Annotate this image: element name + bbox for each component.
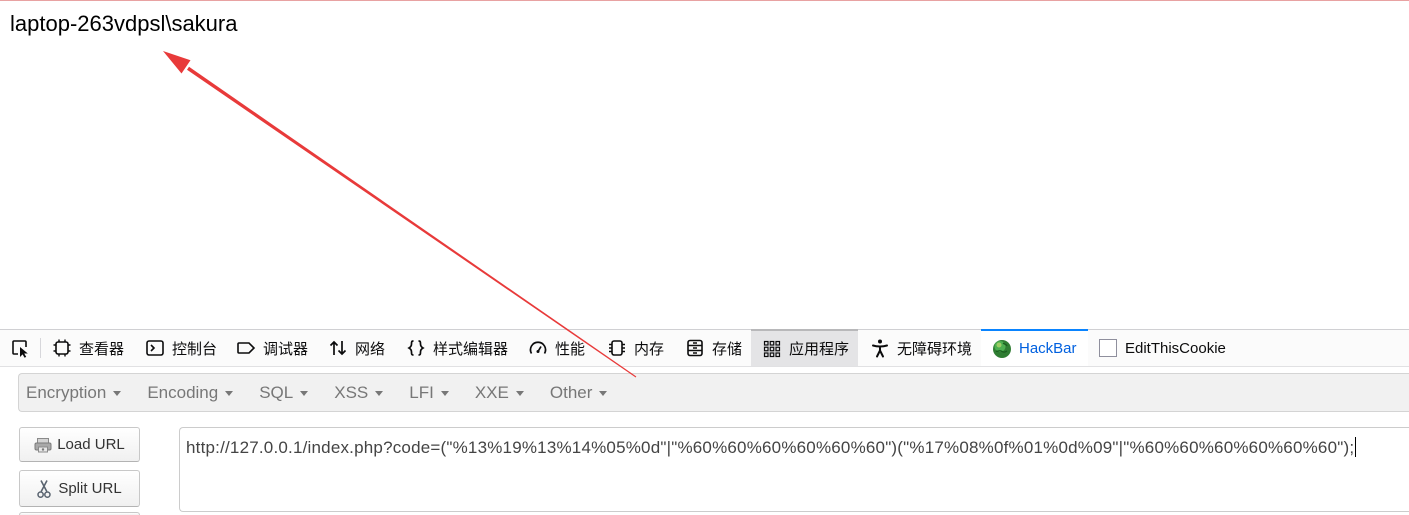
menu-other[interactable]: Other bbox=[550, 383, 608, 403]
hackbar-menu-bar: Encryption Encoding SQL XSS LFI XXE Othe… bbox=[18, 373, 1409, 412]
load-url-label: Load URL bbox=[57, 436, 125, 453]
hackbar-globe-icon bbox=[993, 339, 1011, 358]
text-cursor bbox=[1355, 437, 1357, 457]
tab-storage[interactable]: 存储 bbox=[685, 330, 742, 366]
element-picker-button[interactable] bbox=[8, 330, 32, 366]
window-top-border bbox=[0, 0, 1409, 1]
tab-memory[interactable]: 内存 bbox=[607, 330, 664, 366]
url-textarea[interactable]: http://127.0.0.1/index.php?code=("%13%19… bbox=[179, 427, 1409, 512]
storage-icon bbox=[687, 339, 703, 357]
menu-label: XXE bbox=[474, 382, 509, 402]
menu-label: XSS bbox=[334, 382, 369, 402]
caret-down-icon bbox=[375, 391, 384, 396]
menu-label: Other bbox=[549, 382, 593, 402]
arrow-head bbox=[163, 51, 191, 74]
scissors-icon bbox=[37, 479, 52, 498]
toolbar-separator bbox=[40, 338, 41, 358]
menu-xss[interactable]: XSS bbox=[334, 382, 384, 403]
tab-label: 控制台 bbox=[172, 340, 218, 358]
load-icon bbox=[34, 437, 52, 452]
tab-label: 应用程序 bbox=[789, 341, 850, 358]
menu-sql[interactable]: SQL bbox=[259, 382, 309, 403]
menu-label: SQL bbox=[259, 382, 294, 402]
network-icon bbox=[329, 340, 347, 356]
devtools-toolbar: 查看器 控制台 调试器 网络 样式编辑器 性能 内存 存储 应用程序 无障碍环境… bbox=[0, 329, 1409, 367]
url-text: http://127.0.0.1/index.php?code=("%13%19… bbox=[186, 438, 1355, 457]
console-icon bbox=[146, 340, 164, 356]
tab-label: 存储 bbox=[712, 340, 743, 358]
tab-label: 内存 bbox=[634, 340, 665, 358]
application-grid-icon bbox=[763, 340, 781, 357]
tab-performance[interactable]: 性能 bbox=[528, 330, 585, 366]
caret-down-icon bbox=[300, 391, 309, 396]
menu-xxe[interactable]: XXE bbox=[475, 383, 524, 403]
tab-console[interactable]: 控制台 bbox=[145, 330, 217, 366]
menu-encryption[interactable]: Encryption bbox=[26, 382, 122, 403]
tab-label: 查看器 bbox=[79, 340, 125, 358]
load-url-button[interactable]: Load URL bbox=[19, 427, 140, 462]
accessibility-icon bbox=[872, 339, 888, 358]
tab-inspector[interactable]: 查看器 bbox=[52, 330, 124, 366]
caret-down-icon bbox=[515, 391, 524, 396]
tab-hackbar[interactable]: HackBar bbox=[981, 329, 1088, 366]
caret-down-icon bbox=[225, 391, 234, 396]
tab-application[interactable]: 应用程序 bbox=[751, 329, 858, 366]
caret-down-icon bbox=[113, 391, 122, 396]
tab-label: 调试器 bbox=[263, 340, 309, 358]
tab-label: EditThisCookie bbox=[1125, 339, 1226, 357]
menu-label: Encryption bbox=[26, 382, 107, 402]
split-url-label: Split URL bbox=[58, 480, 122, 497]
tab-label: 样式编辑器 bbox=[433, 340, 509, 358]
split-url-button[interactable]: Split URL bbox=[19, 470, 140, 507]
memory-icon bbox=[609, 340, 625, 356]
menu-label: LFI bbox=[409, 382, 434, 402]
menu-lfi[interactable]: LFI bbox=[409, 383, 449, 403]
caret-down-icon bbox=[440, 391, 449, 396]
debugger-icon bbox=[237, 342, 256, 354]
tab-label: HackBar bbox=[1019, 340, 1077, 357]
tab-debugger[interactable]: 调试器 bbox=[236, 330, 308, 366]
tab-network[interactable]: 网络 bbox=[328, 330, 385, 366]
inspector-icon bbox=[53, 339, 71, 357]
element-picker-icon bbox=[12, 340, 28, 358]
tab-editthiscookie[interactable]: EditThisCookie bbox=[1098, 330, 1226, 366]
style-editor-icon bbox=[407, 340, 425, 356]
performance-icon bbox=[529, 341, 547, 354]
tab-label: 网络 bbox=[355, 340, 386, 358]
tab-style-editor[interactable]: 样式编辑器 bbox=[406, 330, 508, 366]
tab-label: 性能 bbox=[555, 340, 586, 358]
cookie-extension-icon bbox=[1099, 339, 1117, 357]
menu-encoding[interactable]: Encoding bbox=[147, 382, 234, 403]
caret-down-icon bbox=[599, 391, 608, 396]
tab-label: 无障碍环境 bbox=[897, 340, 973, 358]
tab-accessibility[interactable]: 无障碍环境 bbox=[870, 330, 972, 366]
page-output-text: laptop-263vdpsl\sakura bbox=[10, 11, 238, 36]
menu-label: Encoding bbox=[147, 382, 219, 402]
